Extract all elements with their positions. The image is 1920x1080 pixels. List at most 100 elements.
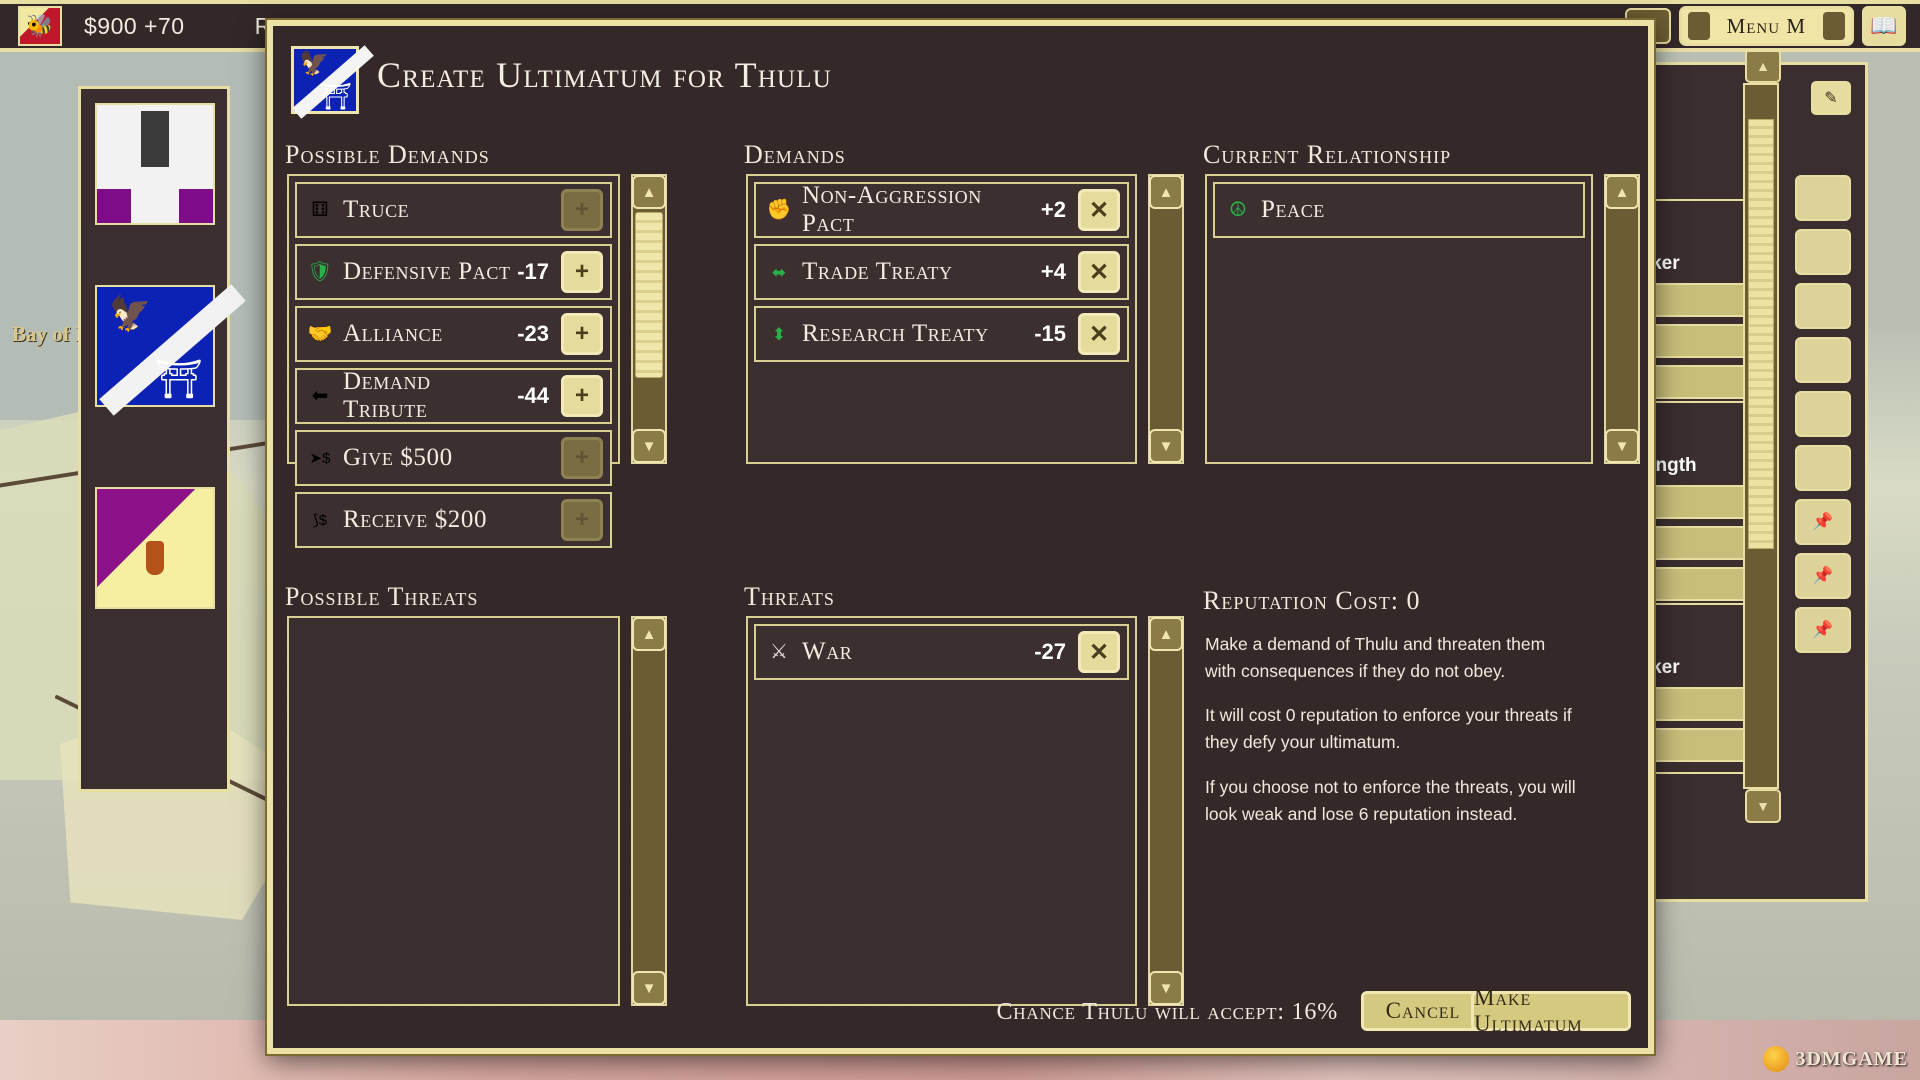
remove-demand-button[interactable]: ✕ (1078, 313, 1120, 355)
list-item-label: Non-Aggression Pact (802, 182, 1041, 238)
possible-threats-heading: Possible Threats (285, 582, 478, 612)
scroll-up-icon[interactable]: ▲ (1745, 49, 1781, 83)
flag3-vessel-icon (146, 541, 164, 575)
ultimatum-info-text: Make a demand of Thulu and threaten them… (1205, 631, 1577, 845)
list-item-label: Demand Tribute (343, 368, 517, 424)
add-demand-button[interactable]: + (561, 251, 603, 293)
receive-money-icon: ⟆$ (297, 513, 343, 528)
pushpin-icon[interactable]: 📌 (1795, 607, 1851, 653)
truce-icon: ⚅ (297, 200, 343, 220)
threats-heading: Threats (744, 582, 835, 612)
trade-icon: ⬌ (756, 264, 802, 281)
pin-slot[interactable] (1795, 445, 1851, 491)
menu-label: Menu M (1715, 14, 1818, 39)
list-item-label: Peace (1261, 196, 1583, 224)
demands-scrollbar[interactable]: ▲ ▼ (1148, 174, 1184, 464)
menu-square-left (1688, 12, 1710, 40)
pin-slot[interactable] (1795, 283, 1851, 329)
scroll-down-icon[interactable]: ▼ (1605, 429, 1639, 463)
pin-slot[interactable] (1795, 229, 1851, 275)
scroll-up-icon[interactable]: ▲ (632, 175, 666, 209)
pin-slot[interactable] (1795, 175, 1851, 221)
current-relationship-scrollbar[interactable]: ▲ ▼ (1604, 174, 1640, 464)
demands-heading: Demands (744, 140, 846, 170)
accept-chance-label: Chance Thulu will accept: 16% (996, 999, 1338, 1026)
crest-bird-glyph: 🦅 (299, 52, 329, 76)
faction-flag-3[interactable] (95, 487, 215, 609)
list-item-label: Give $500 (343, 444, 549, 472)
pencil-icon[interactable]: ✎ (1811, 81, 1851, 115)
scrollbar-thumb[interactable] (1748, 119, 1774, 549)
book-icon[interactable]: 📖 (1862, 6, 1906, 46)
list-item-value: -17 (517, 259, 549, 285)
scroll-up-icon[interactable]: ▲ (632, 617, 666, 651)
list-item[interactable]: 🤝 Alliance -23 + (295, 306, 612, 362)
scroll-up-icon[interactable]: ▲ (1149, 617, 1183, 651)
add-demand-button[interactable]: + (561, 313, 603, 355)
give-money-icon: ➤$ (297, 451, 343, 466)
list-item[interactable]: ⟆$ Receive $200 + (295, 492, 612, 548)
list-item[interactable]: ⚅ Truce + (295, 182, 612, 238)
watermark-dot-icon (1763, 1046, 1789, 1072)
pin-slot[interactable] (1795, 391, 1851, 437)
remove-threat-button[interactable]: ✕ (1078, 631, 1120, 673)
shield-icon: 🛡 (297, 262, 343, 282)
spider-glyph: 🐝 (26, 15, 53, 37)
money-display: $900 +70 (84, 13, 185, 40)
info-paragraph-2: It will cost 0 reputation to enforce you… (1205, 702, 1577, 756)
pushpin-icon[interactable]: 📌 (1795, 553, 1851, 599)
list-item-value: -27 (1034, 639, 1066, 665)
list-item[interactable]: 🛡 Defensive Pact -17 + (295, 244, 612, 300)
list-item-label: War (802, 638, 1034, 666)
list-item[interactable]: ⬅ Demand Tribute -44 + (295, 368, 612, 424)
threats-scrollbar[interactable]: ▲ ▼ (1148, 616, 1184, 1006)
make-ultimatum-button[interactable]: Make Ultimatum (1471, 991, 1631, 1031)
tribute-icon: ⬅ (297, 386, 343, 406)
map-bay-label: Bay of I (12, 322, 83, 347)
scroll-up-icon[interactable]: ▲ (1605, 175, 1639, 209)
remove-demand-button[interactable]: ✕ (1078, 189, 1120, 231)
list-item-label: Receive $200 (343, 506, 549, 534)
list-item[interactable]: ⬍ Research Treaty -15 ✕ (754, 306, 1129, 362)
flag2-bird-icon: 🦅 (109, 297, 151, 331)
list-item-label: Research Treaty (802, 320, 1034, 348)
flag1-corner-right (179, 189, 213, 223)
dialog-title: Create Ultimatum for Thulu (377, 54, 832, 96)
faction-flag-column: 🦅 ⛩ (78, 86, 230, 792)
scroll-down-icon[interactable]: ▼ (1149, 429, 1183, 463)
remove-demand-button[interactable]: ✕ (1078, 251, 1120, 293)
list-item-value: -23 (517, 321, 549, 347)
faction-flag-thulu[interactable]: 🦅 ⛩ (95, 285, 215, 407)
list-item-label: Alliance (343, 320, 517, 348)
list-item[interactable]: ➤$ Give $500 + (295, 430, 612, 486)
side-panel-scrollbar[interactable]: ▲ ▼ (1743, 83, 1779, 789)
flag1-corner-left (97, 189, 131, 223)
create-ultimatum-dialog: 🦅 ⛩ Create Ultimatum for Thulu Possible … (267, 20, 1654, 1054)
list-item-value: +4 (1041, 259, 1066, 285)
possible-threats-scrollbar[interactable]: ▲ ▼ (631, 616, 667, 1006)
watermark: 3DMGAME (1763, 1046, 1908, 1072)
list-item[interactable]: ✊ Non-Aggression Pact +2 ✕ (754, 182, 1129, 238)
list-item[interactable]: ⬌ Trade Treaty +4 ✕ (754, 244, 1129, 300)
scroll-up-icon[interactable]: ▲ (1149, 175, 1183, 209)
menu-button[interactable]: Menu M (1679, 6, 1854, 46)
scrollbar-thumb[interactable] (635, 212, 663, 378)
list-item-value: -44 (517, 383, 549, 409)
add-demand-button: + (561, 499, 603, 541)
possible-demands-scrollbar[interactable]: ▲ ▼ (631, 174, 667, 464)
list-item-label: Defensive Pact (343, 258, 517, 286)
cancel-button[interactable]: Cancel (1361, 991, 1485, 1031)
faction-flag-1[interactable] (95, 103, 215, 225)
research-icon: ⬍ (756, 326, 802, 343)
spider-crest-icon[interactable]: 🐝 (18, 6, 62, 46)
thulu-crest-icon: 🦅 ⛩ (291, 46, 359, 114)
demands-list: ✊ Non-Aggression Pact +2 ✕ ⬌ Trade Treat… (746, 174, 1137, 464)
scroll-down-icon[interactable]: ▼ (1745, 789, 1781, 823)
crest-arch-glyph: ⛩ (319, 83, 352, 109)
pin-slot[interactable] (1795, 337, 1851, 383)
pushpin-icon[interactable]: 📌 (1795, 499, 1851, 545)
add-demand-button[interactable]: + (561, 375, 603, 417)
dialog-header: 🦅 ⛩ Create Ultimatum for Thulu (273, 26, 1648, 126)
scroll-down-icon[interactable]: ▼ (632, 429, 666, 463)
list-item[interactable]: ⚔ War -27 ✕ (754, 624, 1129, 680)
